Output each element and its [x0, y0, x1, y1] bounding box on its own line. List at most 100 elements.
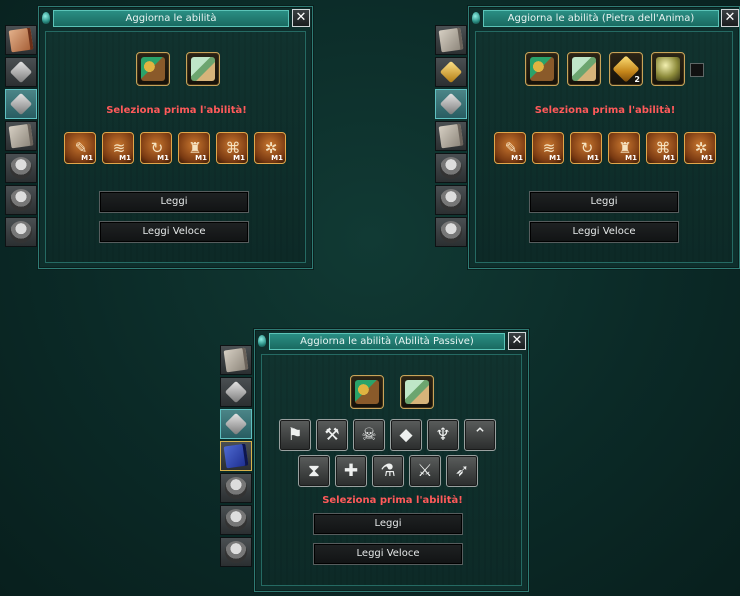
passive-slot-pickaxe[interactable]: ⚒	[316, 419, 348, 451]
skill-item-slot-2[interactable]	[186, 52, 220, 86]
skill-level: M1	[271, 154, 283, 162]
warning-text: Seleziona prima l'abilità!	[534, 105, 676, 116]
read-button[interactable]: Leggi	[529, 191, 679, 213]
tab-portrait-2[interactable]	[220, 505, 252, 535]
skull-icon: ☠	[361, 425, 377, 445]
portrait-icon	[440, 157, 462, 179]
skill-slot-3[interactable]: ↻ M1	[570, 132, 602, 164]
tab-stone-active[interactable]	[5, 89, 37, 119]
skill-slot-1[interactable]: ✎ M1	[64, 132, 96, 164]
portrait-icon	[10, 221, 32, 243]
read-fast-button[interactable]: Leggi Veloce	[99, 221, 249, 243]
soulstone-upgrade-window: Aggiorna le abilità (Pietra dell'Anima) …	[468, 6, 740, 269]
skill-slot-2[interactable]: ≋ M1	[532, 132, 564, 164]
skill-slot-2[interactable]: ≋ M1	[102, 132, 134, 164]
tab-soulstone[interactable]	[220, 377, 252, 407]
window-body: 2 Seleziona prima l'abilità! ✎ M1 ≋ M1 ↻ M1…	[475, 31, 733, 263]
window-title[interactable]: Aggiorna le abilità (Abilità Passive)	[269, 333, 505, 350]
skill-level: M1	[511, 154, 523, 162]
window-body: Seleziona prima l'abilità! ✎ M1 ≋ M1 ↻ M1 ♜…	[45, 31, 306, 263]
tab-stone-active[interactable]	[435, 89, 467, 119]
skill-slot-5[interactable]: ⌘ M1	[216, 132, 248, 164]
skill-item-slot-1[interactable]	[525, 52, 559, 86]
passive-slot-trident[interactable]: ♆	[427, 419, 459, 451]
hammer-item-icon	[530, 57, 554, 81]
tab-book-2[interactable]	[435, 121, 467, 151]
tab-portrait-3[interactable]	[220, 537, 252, 567]
rank-chevron-icon: ⌃	[472, 425, 488, 445]
tab-passive-book[interactable]	[220, 441, 252, 471]
passive-slot-rank[interactable]: ⌃	[464, 419, 496, 451]
portrait-icon	[225, 541, 247, 563]
read-button[interactable]: Leggi	[99, 191, 249, 213]
skill-item-slot-2[interactable]	[400, 375, 434, 409]
skill-item-slot-1[interactable]	[350, 375, 384, 409]
passive-slot-flask[interactable]: ⚗	[372, 455, 404, 487]
orb-slot[interactable]	[651, 52, 685, 86]
window-title[interactable]: Aggiorna le abilità	[53, 10, 289, 27]
warning-text: Seleziona prima l'abilità!	[106, 105, 247, 116]
hourglass-icon: ⧗	[308, 461, 320, 481]
skill-level: M1	[625, 154, 637, 162]
hammer-item-icon	[355, 380, 379, 404]
skill-level: M1	[663, 154, 675, 162]
bow-icon: ➶	[454, 461, 470, 481]
read-fast-button[interactable]: Leggi Veloce	[529, 221, 679, 243]
tab-portrait-1[interactable]	[5, 153, 37, 183]
skill-slot-1[interactable]: ✎ M1	[494, 132, 526, 164]
flag-icon: ⚑	[287, 425, 303, 445]
window-title[interactable]: Aggiorna le abilità (Pietra dell'Anima)	[483, 10, 719, 27]
skill-level: M1	[701, 154, 713, 162]
skill-slot-4[interactable]: ♜ M1	[608, 132, 640, 164]
tab-portrait-1[interactable]	[435, 153, 467, 183]
skill-level: M1	[119, 154, 131, 162]
book-icon	[438, 27, 464, 53]
pickaxe-icon: ⚒	[324, 425, 340, 445]
skill-slot-4[interactable]: ♜ M1	[178, 132, 210, 164]
passive-slot-flag[interactable]: ⚑	[279, 419, 311, 451]
skill-level: M1	[233, 154, 245, 162]
portrait-icon	[440, 189, 462, 211]
skill-slot-6[interactable]: ✲ M1	[254, 132, 286, 164]
passive-slot-ore[interactable]: ◆	[390, 419, 422, 451]
skill-upgrade-window: Aggiorna le abilità ✕ Seleziona prima l'…	[38, 6, 313, 269]
tab-soulstone[interactable]	[435, 57, 467, 87]
read-button[interactable]: Leggi	[313, 513, 463, 535]
skill-slot-5[interactable]: ⌘ M1	[646, 132, 678, 164]
passive-slot-skull[interactable]: ☠	[353, 419, 385, 451]
scroll-item-icon	[191, 57, 215, 81]
skill-slot-6[interactable]: ✲ M1	[684, 132, 716, 164]
tab-portrait-3[interactable]	[5, 217, 37, 247]
skill-slot-3[interactable]: ↻ M1	[140, 132, 172, 164]
tab-portrait-2[interactable]	[435, 185, 467, 215]
tab-soulstone[interactable]	[5, 57, 37, 87]
book-icon	[223, 347, 249, 373]
book-icon	[8, 123, 34, 149]
flask-icon: ⚗	[380, 461, 396, 481]
tab-skillbook[interactable]	[5, 25, 37, 55]
tab-portrait-1[interactable]	[220, 473, 252, 503]
warning-text: Seleziona prima l'abilità!	[322, 495, 463, 506]
tab-stone-active[interactable]	[220, 409, 252, 439]
checkbox[interactable]	[690, 63, 704, 77]
tab-book[interactable]	[220, 345, 252, 375]
tab-portrait-2[interactable]	[5, 185, 37, 215]
passive-slot-anvil[interactable]: ⚔	[409, 455, 441, 487]
close-button[interactable]: ✕	[508, 332, 526, 350]
side-tabs-left	[5, 25, 39, 255]
skill-level: M1	[157, 154, 169, 162]
shield-cross-icon: ✚	[343, 461, 359, 481]
skill-item-slot-2[interactable]	[567, 52, 601, 86]
tab-portrait-3[interactable]	[435, 217, 467, 247]
close-button[interactable]: ✕	[292, 9, 310, 27]
soulstone-slot[interactable]: 2	[609, 52, 643, 86]
close-button[interactable]: ✕	[721, 9, 739, 27]
skill-item-slot-1[interactable]	[136, 52, 170, 86]
read-fast-button[interactable]: Leggi Veloce	[313, 543, 463, 565]
passive-slot-bow[interactable]: ➶	[446, 455, 478, 487]
passive-slot-shield[interactable]: ✚	[335, 455, 367, 487]
skillbook-icon	[8, 27, 34, 53]
tab-book[interactable]	[5, 121, 37, 151]
passive-slot-hourglass[interactable]: ⧗	[298, 455, 330, 487]
tab-book[interactable]	[435, 25, 467, 55]
